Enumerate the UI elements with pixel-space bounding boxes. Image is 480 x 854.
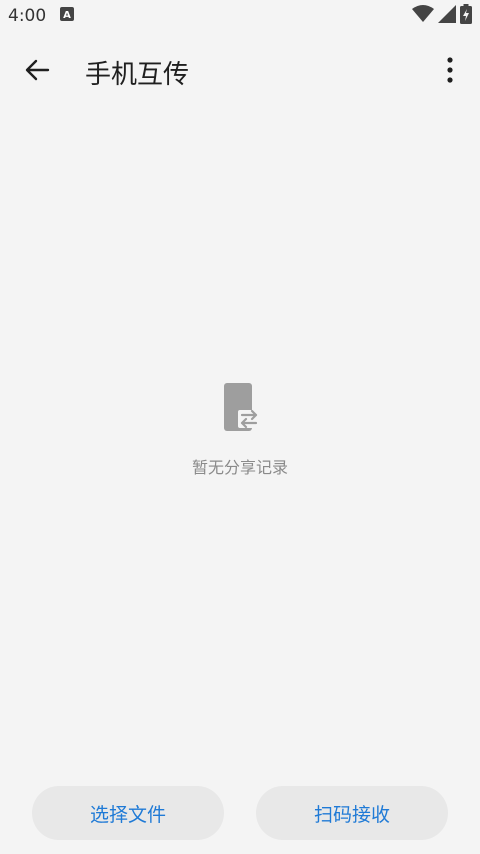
select-files-button[interactable]: 选择文件 xyxy=(32,786,224,840)
battery-charging-icon xyxy=(460,4,472,28)
back-button[interactable] xyxy=(17,52,57,92)
svg-text:A: A xyxy=(63,10,71,21)
bottom-actions: 选择文件 扫码接收 xyxy=(0,786,480,840)
more-options-button[interactable] xyxy=(438,52,462,92)
page-title: 手机互传 xyxy=(85,59,190,90)
status-time: 4:00 xyxy=(8,6,47,26)
empty-state-text: 暂无分享记录 xyxy=(191,458,288,477)
a-icon: A xyxy=(60,6,75,26)
app-bar: 手机互传 xyxy=(0,40,480,104)
scan-receive-button[interactable]: 扫码接收 xyxy=(256,786,448,840)
signal-icon xyxy=(438,5,456,27)
wifi-icon xyxy=(412,5,434,27)
status-left: 4:00 A xyxy=(8,6,75,26)
phone-transfer-icon xyxy=(218,380,262,440)
status-bar: 4:00 A xyxy=(0,0,480,32)
arrow-left-icon xyxy=(24,57,50,87)
empty-state: 暂无分享记录 xyxy=(0,380,480,478)
more-vertical-icon xyxy=(447,57,453,87)
status-right xyxy=(412,4,472,28)
